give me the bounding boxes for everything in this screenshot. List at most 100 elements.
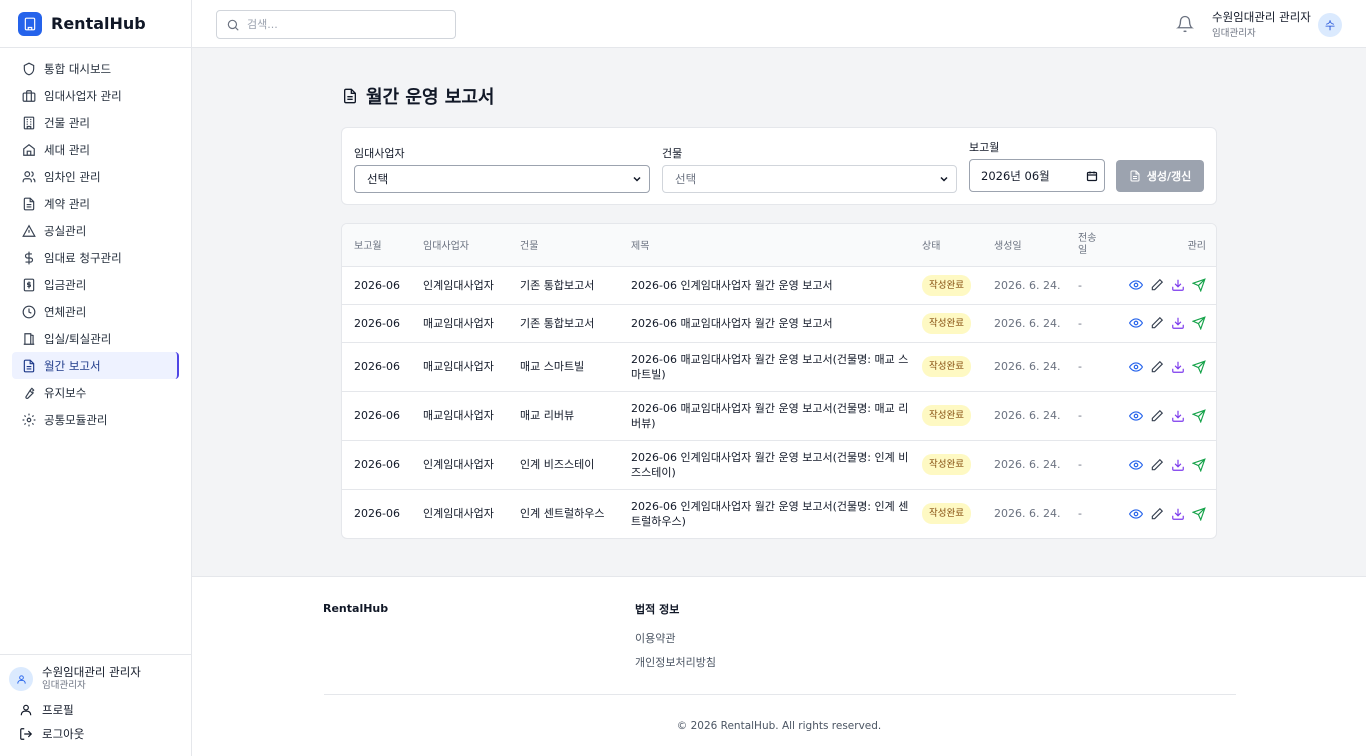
table-row: 2026-06 매교임대사업자 기존 통합보고서 2026-06 매교임대사업자…: [342, 304, 1216, 343]
cell-title: 2026-06 매교임대사업자 월간 운영 보고서(건물명: 매교 리버뷰): [619, 391, 910, 441]
download-icon[interactable]: [1171, 409, 1185, 423]
sidebar-item-units[interactable]: 세대 관리: [0, 136, 179, 163]
eye-icon[interactable]: [1129, 409, 1143, 423]
cell-building: 인계 비즈스테이: [508, 440, 619, 490]
sidebar-item-vacancy[interactable]: 공실관리: [0, 217, 179, 244]
cell-status: 작성완료: [910, 391, 982, 441]
cell-sent: -: [1066, 342, 1110, 392]
table-row: 2026-06 매교임대사업자 매교 스마트빌 2026-06 매교임대사업자 …: [342, 342, 1216, 392]
download-icon[interactable]: [1171, 507, 1185, 521]
lessor-filter: 임대사업자 선택: [354, 145, 650, 193]
download-icon[interactable]: [1171, 278, 1185, 292]
edit-icon[interactable]: [1150, 458, 1164, 472]
sidebar-item-dashboard[interactable]: 통합 대시보드: [0, 55, 179, 82]
sidebar-item-contracts[interactable]: 계약 관리: [0, 190, 179, 217]
page-title-text: 월간 운영 보고서: [366, 87, 495, 108]
edit-icon[interactable]: [1150, 316, 1164, 330]
sidebar-item-label: 임차인 관리: [44, 169, 101, 184]
cell-lessor: 매교임대사업자: [411, 342, 508, 392]
status-badge: 작성완료: [922, 454, 971, 475]
cell-created: 2026. 6. 24.: [982, 342, 1066, 392]
receipt-icon: [22, 278, 36, 292]
sidebar-item-monthly-report[interactable]: 월간 보고서: [12, 352, 179, 379]
terms-link[interactable]: 이용약관: [635, 630, 675, 646]
dollar-icon: [22, 251, 36, 265]
eye-icon[interactable]: [1129, 507, 1143, 521]
profile-label: 프로필: [42, 703, 74, 717]
profile-link[interactable]: 프로필: [0, 698, 191, 722]
col-header-created: 생성일: [982, 224, 1066, 267]
top-header: 수원임대관리 관리자 임대관리자 수: [192, 0, 1366, 48]
cell-lessor: 인계임대사업자: [411, 266, 508, 305]
header-user-name: 수원임대관리 관리자: [1212, 10, 1311, 24]
eye-icon[interactable]: [1129, 458, 1143, 472]
generate-button[interactable]: 생성/갱신: [1116, 160, 1204, 192]
cell-actions: [1110, 391, 1216, 441]
cell-month: 2026-06: [342, 342, 411, 392]
cell-lessor: 매교임대사업자: [411, 304, 508, 343]
filter-card: 임대사업자 선택 건물 선택 보고월 2026년 06월 생성/갱신: [341, 127, 1217, 205]
sidebar-item-tenants[interactable]: 임차인 관리: [0, 163, 179, 190]
footer-copyright: © 2026 RentalHub. All rights reserved.: [676, 720, 882, 732]
sidebar-item-buildings[interactable]: 건물 관리: [0, 109, 179, 136]
logout-link[interactable]: 로그아웃: [0, 722, 191, 746]
cell-status: 작성완료: [910, 489, 982, 538]
building-logo-icon: [18, 11, 42, 36]
search-box[interactable]: [216, 10, 456, 39]
col-header-sent: 전송일: [1066, 224, 1110, 267]
edit-icon[interactable]: [1150, 507, 1164, 521]
sidebar: RentalHub 통합 대시보드 임대사업자 관리 건물 관리 세대 관리 임…: [0, 0, 192, 756]
edit-icon[interactable]: [1150, 409, 1164, 423]
download-icon[interactable]: [1171, 316, 1185, 330]
search-input[interactable]: [247, 18, 447, 31]
sidebar-item-label: 공실관리: [44, 223, 87, 238]
door-icon: [22, 332, 36, 346]
eye-icon[interactable]: [1129, 316, 1143, 330]
sidebar-user-name: 수원임대관리 관리자: [42, 665, 141, 679]
month-input[interactable]: 2026년 06월: [969, 159, 1105, 192]
cell-title: 2026-06 매교임대사업자 월간 운영 보고서: [619, 304, 910, 343]
cell-sent: -: [1066, 266, 1110, 305]
header-avatar[interactable]: 수: [1318, 13, 1342, 37]
sidebar-item-maintenance[interactable]: 유지보수: [0, 379, 179, 406]
sidebar-item-label: 월간 보고서: [44, 358, 101, 373]
sidebar-item-label: 건물 관리: [44, 115, 90, 130]
sidebar-item-move-in-out[interactable]: 입실/퇴실관리: [0, 325, 179, 352]
building-select-value: 선택: [675, 172, 697, 186]
send-icon[interactable]: [1192, 408, 1206, 423]
building-select[interactable]: 선택: [662, 165, 957, 193]
send-icon[interactable]: [1192, 316, 1206, 330]
send-icon[interactable]: [1192, 506, 1206, 521]
edit-icon[interactable]: [1150, 360, 1164, 374]
status-badge: 작성완료: [922, 503, 971, 525]
eye-icon[interactable]: [1129, 360, 1143, 374]
logout-icon: [19, 727, 33, 741]
bell-icon[interactable]: [1176, 15, 1194, 36]
download-icon[interactable]: [1171, 458, 1185, 472]
cell-sent: -: [1078, 507, 1082, 521]
sidebar-item-overdue[interactable]: 연체관리: [0, 298, 179, 325]
table-row: 2026-06 인계임대사업자 기존 통합보고서 2026-06 인계임대사업자…: [342, 266, 1216, 305]
user-avatar-icon: [9, 667, 33, 691]
gear-icon: [22, 413, 36, 427]
sidebar-item-deposits[interactable]: 입금관리: [0, 271, 179, 298]
col-header-actions: 관리: [1110, 224, 1216, 267]
sidebar-item-label: 통합 대시보드: [44, 61, 112, 76]
sidebar-item-billing[interactable]: 임대료 청구관리: [0, 244, 179, 271]
header-user[interactable]: 수원임대관리 관리자 임대관리자: [1212, 10, 1311, 39]
sidebar-item-lessors[interactable]: 임대사업자 관리: [0, 82, 179, 109]
privacy-link[interactable]: 개인정보처리방침: [635, 654, 716, 670]
download-icon[interactable]: [1171, 360, 1185, 374]
brand[interactable]: RentalHub: [0, 0, 191, 48]
col-header-building: 건물: [508, 224, 619, 267]
send-icon[interactable]: [1192, 278, 1206, 292]
page-title: 월간 운영 보고서: [342, 83, 494, 109]
cell-title: 2026-06 인계임대사업자 월간 운영 보고서(건물명: 인계 센트럴하우스…: [631, 499, 909, 528]
sidebar-item-common-modules[interactable]: 공통모듈관리: [0, 406, 179, 433]
send-icon[interactable]: [1192, 457, 1206, 472]
edit-icon[interactable]: [1150, 278, 1164, 292]
lessor-select[interactable]: 선택: [354, 165, 650, 193]
eye-icon[interactable]: [1129, 278, 1143, 292]
sidebar-item-label: 공통모듈관리: [44, 412, 108, 427]
send-icon[interactable]: [1192, 359, 1206, 374]
